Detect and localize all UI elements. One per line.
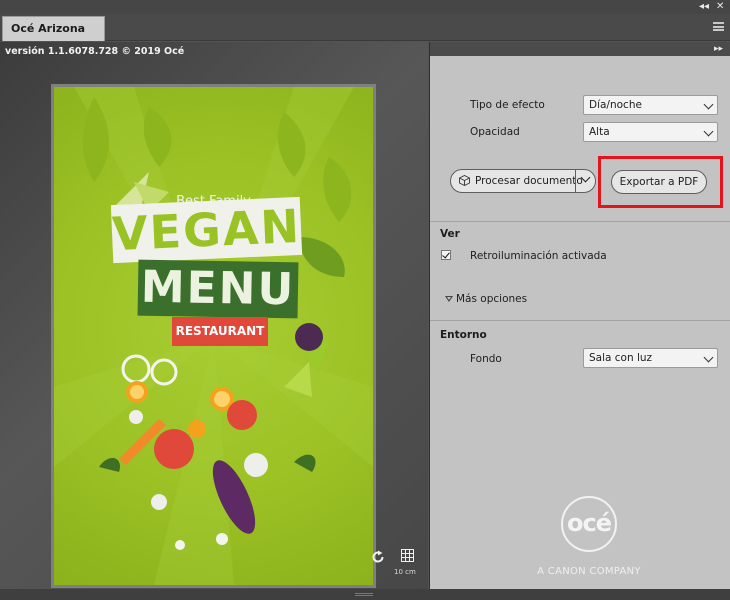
- tab-bar: Océ Arizona Xpert: [0, 14, 730, 58]
- tab-oce-arizona-xpert[interactable]: Océ Arizona Xpert: [2, 16, 105, 58]
- poster-title-menu: MENU: [137, 259, 299, 319]
- resize-strip[interactable]: [0, 589, 730, 600]
- cube-icon: [459, 175, 470, 186]
- chevron-down-icon: [703, 352, 714, 363]
- collapse-panel-icon[interactable]: ◂◂: [699, 0, 709, 14]
- divider: [430, 320, 730, 321]
- window-title-strip: ◂◂ ✕: [0, 0, 730, 14]
- poster-title-vegan: VEGAN: [110, 196, 303, 264]
- highlight-box: [598, 156, 723, 208]
- backlight-label: Retroiluminación activada: [470, 250, 607, 262]
- more-options-link[interactable]: Más opciones: [456, 293, 527, 305]
- scale-label: 10 cm: [394, 568, 416, 576]
- settings-panel: ▸▸ Tipo de efecto Día/noche Opacidad Alt…: [429, 42, 730, 589]
- version-label: versión 1.1.6078.728 © 2019 Océ: [5, 46, 185, 57]
- expand-triangle-icon[interactable]: [445, 296, 453, 302]
- divider: [430, 221, 730, 222]
- close-icon[interactable]: ✕: [716, 0, 724, 14]
- grid-icon[interactable]: [401, 549, 414, 562]
- opacity-label: Opacidad: [470, 126, 520, 138]
- resize-grip-icon[interactable]: [355, 593, 373, 596]
- background-select[interactable]: Sala con luz: [583, 348, 718, 368]
- backlight-checkbox[interactable]: [441, 250, 451, 260]
- panel-header: ▸▸: [430, 42, 730, 56]
- process-document-button[interactable]: Procesar documento: [450, 169, 596, 193]
- effect-type-select[interactable]: Día/noche: [583, 95, 718, 115]
- opacity-select[interactable]: Alta: [583, 122, 718, 142]
- effect-type-label: Tipo de efecto: [470, 99, 545, 111]
- opacity-value: Alta: [589, 126, 610, 138]
- chevron-down-icon: [703, 126, 714, 137]
- background-label: Fondo: [470, 353, 502, 365]
- refresh-icon[interactable]: [371, 550, 385, 564]
- background-value: Sala con luz: [589, 352, 653, 364]
- section-ver-title: Ver: [440, 228, 460, 240]
- hamburger-menu-icon[interactable]: [713, 22, 724, 31]
- poster-preview: Best Family Restaurant VEGAN MENU RESTAU…: [54, 87, 373, 585]
- poster-subtitle: RESTAURANT: [172, 317, 268, 346]
- chevron-down-icon: [703, 99, 714, 110]
- effect-type-value: Día/noche: [589, 99, 642, 111]
- expand-panel-icon[interactable]: ▸▸: [714, 42, 723, 56]
- process-document-label: Procesar documento: [475, 175, 583, 187]
- oce-logo: océ: [561, 496, 617, 552]
- preview-area: versión 1.1.6078.728 © 2019 Océ VEGAN ME…: [0, 42, 428, 589]
- poster-frame: Best Family Restaurant VEGAN MENU RESTAU…: [51, 84, 376, 588]
- canon-company-label: A CANON COMPANY: [537, 566, 641, 577]
- section-entorno-title: Entorno: [440, 329, 487, 341]
